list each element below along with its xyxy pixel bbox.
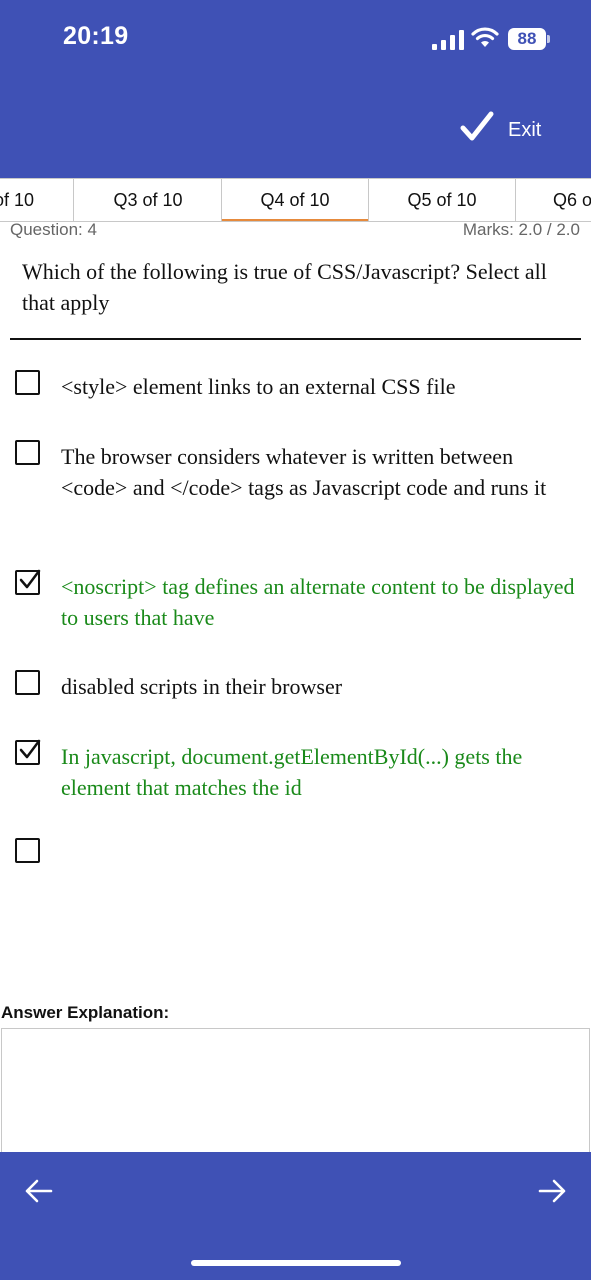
home-indicator[interactable] bbox=[191, 1260, 401, 1266]
question-tabs: Q2 of 10 Q3 of 10 Q4 of 10 Q5 of 10 Q6 o… bbox=[0, 178, 591, 222]
answer-explanation-box bbox=[1, 1028, 590, 1158]
cellular-signal-icon bbox=[432, 30, 464, 50]
check-icon[interactable] bbox=[460, 110, 494, 144]
checkbox-checked[interactable] bbox=[15, 739, 41, 765]
battery-icon: 88 bbox=[508, 28, 550, 50]
checkbox[interactable] bbox=[15, 670, 40, 695]
checkbox[interactable] bbox=[15, 440, 40, 465]
option-text: The browser considers whatever is writte… bbox=[61, 444, 547, 500]
app-header: 20:19 88 Exit bbox=[0, 0, 591, 178]
question-marks: Marks: 2.0 / 2.0 bbox=[462, 220, 580, 239]
answer-explanation-label: Answer Explanation: bbox=[1, 1003, 170, 1022]
question-text: Which of the following is true of CSS/Ja… bbox=[22, 259, 547, 315]
question-number: Question: 4 bbox=[10, 220, 97, 239]
divider bbox=[10, 338, 581, 340]
tab-q2[interactable]: Q2 of 10 bbox=[0, 179, 74, 221]
arrow-left-icon[interactable] bbox=[24, 1176, 54, 1206]
tab-q6[interactable]: Q6 of 10 bbox=[516, 179, 591, 221]
option-text: disabled scripts in their browser bbox=[61, 674, 343, 699]
arrow-right-icon[interactable] bbox=[537, 1176, 567, 1206]
option-text: <noscript> tag defines an alternate cont… bbox=[61, 574, 575, 630]
exit-button[interactable]: Exit bbox=[508, 119, 541, 142]
check-icon bbox=[19, 569, 41, 589]
tab-q5[interactable]: Q5 of 10 bbox=[369, 179, 516, 221]
battery-level: 88 bbox=[508, 28, 546, 50]
tab-q4[interactable]: Q4 of 10 bbox=[222, 179, 369, 221]
option-text: In javascript, document.getElementById(.… bbox=[61, 744, 523, 800]
checkbox[interactable] bbox=[15, 838, 40, 863]
checkbox-checked[interactable] bbox=[15, 569, 41, 595]
wifi-icon bbox=[471, 27, 499, 47]
check-icon bbox=[19, 739, 41, 759]
bottom-nav-bar bbox=[0, 1152, 591, 1280]
checkbox[interactable] bbox=[15, 370, 40, 395]
option-text: <style> element links to an external CSS… bbox=[61, 374, 456, 399]
status-time: 20:19 bbox=[63, 22, 129, 50]
tab-q3[interactable]: Q3 of 10 bbox=[75, 179, 222, 221]
